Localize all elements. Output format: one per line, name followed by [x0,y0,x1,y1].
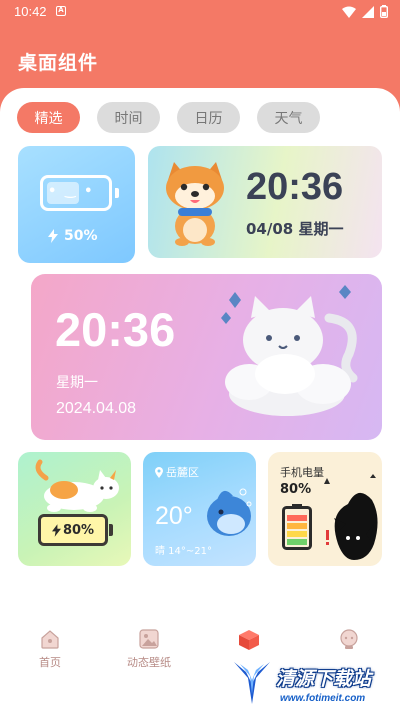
cat-battery-widget-card[interactable]: 80% [18,452,131,566]
lightning-icon [51,523,61,537]
signal-icon [362,5,374,18]
tab-weather[interactable]: 天气 [257,102,320,133]
cat-on-cloud-icon [221,285,358,416]
phone-battery-widget-card[interactable]: 手机电量 80% [268,452,382,566]
dog-clock-widget-card[interactable]: 20:36 04/08 星期一 [148,146,382,258]
watermark-url: www.fotimeit.com [280,693,366,704]
battery-percent: 50% [48,228,98,244]
cat-battery-tip [109,524,113,536]
tab-calendar[interactable]: 日历 [177,102,240,133]
lying-cat-icon [35,459,119,512]
profile-icon [340,629,358,649]
black-cat-icon [324,474,378,560]
weather-widget-card[interactable]: 岳麓区 20° 晴 14°~21° [143,452,256,566]
watermark: 清源下载站 www.fotimeit.com [230,660,400,712]
watermark-title: 清源下载站 [276,668,372,690]
tab-time[interactable]: 时间 [97,102,160,133]
phone-battery-percent: 80% [280,482,312,497]
nav-home[interactable]: 首页 [10,628,90,670]
lightning-icon [48,229,58,243]
weather-temperature: 20° [155,502,193,530]
content-panel: 精选 时间 日历 天气 • ‿ • 50% 20:36 04/08 星期一 20… [0,88,400,712]
cat-clock-weekday: 星期一 [56,375,98,391]
cat-clock-widget-card[interactable]: 20:36 星期一 2024.04.08 [31,274,382,440]
battery-percent-text: 50% [64,228,98,244]
battery-status-icon [380,5,388,18]
weather-location-text: 岳麓区 [166,466,199,479]
wifi-icon [342,6,356,18]
nav-live-wallpaper[interactable]: 动态壁纸 [109,628,189,670]
dog-clock-time: 20:36 [246,166,344,208]
nav-home-label: 首页 [39,656,61,669]
battery-widget-card[interactable]: • ‿ • 50% [18,146,135,263]
nav-profile[interactable] [309,628,389,654]
status-time: 10:42 [14,4,47,19]
location-pin-icon [155,466,163,478]
cat-battery-outline: 80% [38,514,108,546]
tab-featured[interactable]: 精选 [17,102,80,133]
home-icon [41,630,59,649]
cat-clock-time: 20:36 [55,303,176,356]
category-tabs: 精选 时间 日历 天气 [17,102,320,133]
status-bar: 10:42 A [0,0,400,24]
image-icon [139,629,159,649]
notification-icon: A [56,6,66,16]
weather-description: 晴 14°~21° [155,546,213,557]
battery-face: • ‿ • [48,184,95,199]
cat-clock-date: 2024.04.08 [56,400,137,417]
shiba-dog-icon [166,162,224,246]
dog-clock-date: 04/08 星期一 [246,220,344,238]
watermark-logo-icon [234,662,270,704]
nav-widgets[interactable] [209,628,289,656]
cube-icon [239,630,259,650]
dolphin-icon [207,488,252,536]
nav-live-wallpaper-label: 动态壁纸 [127,656,171,669]
status-icons [342,5,388,18]
page-title: 桌面组件 [18,52,99,74]
battery-tip [115,188,119,198]
vertical-battery-icon [282,504,312,550]
cat-battery-percent: 80% [62,522,95,538]
weather-location: 岳麓区 [155,464,199,480]
